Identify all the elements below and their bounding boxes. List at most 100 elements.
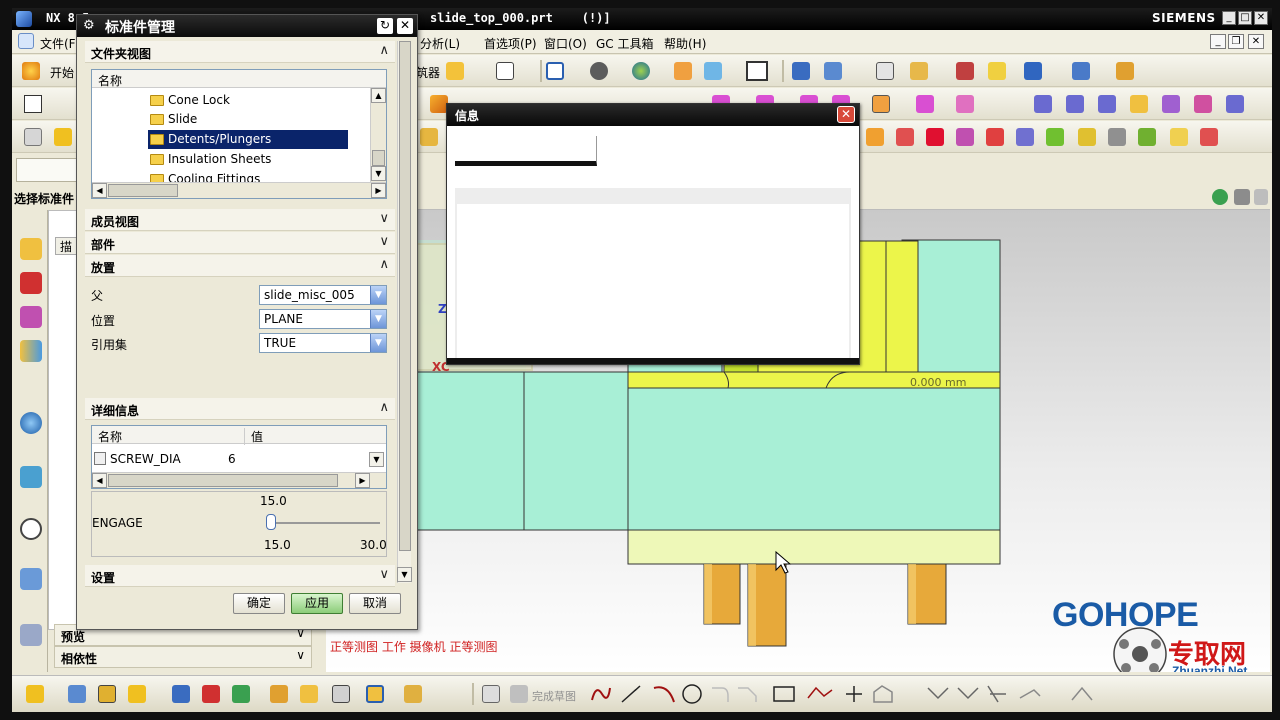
doc-restore-icon[interactable]: ❐ [1228,34,1244,49]
filter-icon[interactable] [496,62,514,80]
render-style-icon[interactable] [590,62,608,80]
mold-tool-icon[interactable] [916,95,934,113]
details-table[interactable]: 名称 值 SCREW_DIA 6 ▼ ◀ ▶ [91,425,387,489]
sketch-plane-icon[interactable] [482,685,500,703]
reference-set-select[interactable]: TRUE ▼ [259,333,387,353]
menu-window[interactable]: 窗口(O) [544,35,587,52]
member-view-header[interactable]: 成员视图 ∨ [85,209,395,231]
layer-icon[interactable] [674,62,692,80]
replace-icon[interactable] [332,685,350,703]
globe-icon[interactable] [632,62,650,80]
ok-button[interactable]: 确定 [233,593,285,614]
panel-icon[interactable] [1254,189,1268,205]
chevron-down-icon[interactable]: ▼ [370,286,386,304]
table-row[interactable]: SCREW_DIA 6 [92,450,372,468]
arrange-icon[interactable] [232,685,250,703]
sketch-icon[interactable] [26,685,44,703]
folder-view-header[interactable]: 文件夹视图 ∧ [85,41,395,63]
placement-header[interactable]: 放置 ∧ [85,255,395,277]
tree-item-cone-lock[interactable]: Cone Lock [148,91,230,110]
doc-minimize-icon[interactable]: _ [1210,34,1226,49]
scroll-thumb[interactable] [108,474,338,487]
parent-select[interactable]: slide_misc_005 ▼ [259,285,387,305]
view-orient-icon[interactable] [704,62,722,80]
menu-gc-toolbox[interactable]: GC 工具箱 [596,35,654,52]
menu-analysis[interactable]: 分析(L) [420,35,460,52]
cancel-button[interactable]: 取消 [349,593,401,614]
pattern-icon[interactable] [300,685,318,703]
assembly-navigator-icon[interactable] [20,238,42,260]
chevron-down-icon[interactable]: ▼ [370,310,386,328]
measure-icon[interactable] [910,62,928,80]
scroll-thumb[interactable] [399,41,411,551]
history-icon[interactable] [20,466,42,488]
constraint-icon[interactable] [202,685,220,703]
mold-icon[interactable] [1138,128,1156,146]
scroll-thumb[interactable] [108,184,178,197]
maximize-icon[interactable]: □ [1238,11,1252,25]
tree-vertical-scrollbar[interactable]: ▲ ▼ [370,88,386,182]
start-button-label[interactable]: 开始 [50,64,74,81]
reuse-library-icon[interactable] [20,340,42,362]
move-icon[interactable] [824,62,842,80]
surface-icon[interactable] [1098,95,1116,113]
fit-view-icon[interactable] [546,62,564,80]
box-icon[interactable] [872,95,890,113]
position-select[interactable]: PLANE ▼ [259,309,387,329]
folder-tree[interactable]: 名称 Cone Lock Slide Detents/Plungers Insu… [91,69,387,199]
surface-icon[interactable] [1066,95,1084,113]
reset-icon[interactable]: ↻ [377,18,393,34]
mold-icon[interactable] [1078,128,1096,146]
menu-file[interactable]: 文件(F) [40,35,80,52]
settings-header[interactable]: 设置 ∨ [85,565,395,587]
mold-icon[interactable] [420,128,438,146]
system-materials-icon[interactable] [20,624,42,646]
scroll-up-icon[interactable]: ▲ [371,88,386,103]
mold-icon[interactable] [1170,128,1188,146]
surface-icon[interactable] [1162,95,1180,113]
start-icon[interactable] [22,62,40,80]
close-icon[interactable]: ✕ [397,18,413,34]
scroll-down-icon[interactable]: ▼ [397,567,412,582]
tree-item-detents-plungers[interactable]: Detents/Plungers [148,130,348,149]
tree-item-insulation-sheets[interactable]: Insulation Sheets [148,150,271,169]
leaf-icon[interactable] [1212,189,1228,205]
scroll-right-icon[interactable]: ▶ [355,473,370,488]
move-component-icon[interactable] [172,685,190,703]
dialog-scrollbar[interactable]: ▼ [397,41,412,583]
slider-thumb[interactable] [266,514,276,530]
wave-icon[interactable] [446,62,464,80]
part-navigator-icon[interactable] [20,306,42,328]
roles-icon[interactable] [20,568,42,590]
dependency-section[interactable]: 相依性 ∨ [54,646,312,668]
snap-icon[interactable] [956,62,974,80]
mirror-icon[interactable] [270,685,288,703]
slider-track[interactable] [270,522,380,524]
wave-linker-icon[interactable] [366,685,384,703]
mold-icon[interactable] [956,128,974,146]
dimension-icon[interactable] [1072,62,1090,80]
constraint-icon[interactable] [20,272,42,294]
surface-icon[interactable] [1194,95,1212,113]
scroll-thumb[interactable] [372,150,385,166]
scroll-down-icon[interactable]: ▼ [371,166,386,181]
chevron-down-icon[interactable]: ▼ [370,334,386,352]
web-browser-icon[interactable] [20,412,42,434]
apply-button[interactable]: 应用 [291,593,343,614]
mold-icon[interactable] [896,128,914,146]
mold-icon[interactable] [1200,128,1218,146]
minimize-icon[interactable]: _ [1222,11,1236,25]
add-icon[interactable] [128,685,146,703]
play-icon[interactable] [1024,62,1042,80]
window-icon[interactable] [746,61,768,81]
table-icon[interactable] [876,62,894,80]
doc-close-icon[interactable]: ✕ [1248,34,1264,49]
mold-tool-icon[interactable] [956,95,974,113]
scroll-left-icon[interactable]: ◀ [92,183,107,198]
clock-icon[interactable] [20,518,42,540]
scroll-left-icon[interactable]: ◀ [92,473,107,488]
check-icon[interactable] [54,128,72,146]
mold-icon[interactable] [1046,128,1064,146]
panel-icon[interactable] [1234,189,1250,205]
menu-help[interactable]: 帮助(H) [664,35,706,52]
